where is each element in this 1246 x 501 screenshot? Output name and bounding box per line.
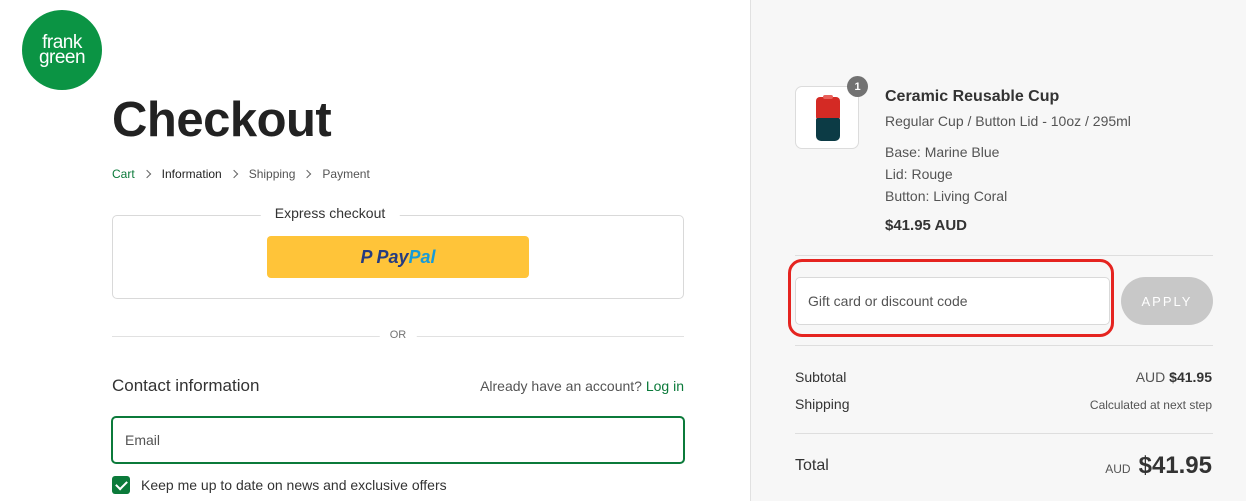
subtotal-currency: AUD: [1135, 369, 1166, 385]
email-field[interactable]: [111, 416, 685, 464]
total-label: Total: [795, 457, 829, 474]
or-label: OR: [379, 329, 417, 341]
page-title: Checkout: [112, 93, 332, 147]
express-checkout-label: Express checkout: [260, 205, 400, 221]
discount-highlight-annotation: [788, 259, 1114, 337]
newsletter-checkbox[interactable]: [112, 476, 130, 494]
account-prompt-text: Already have an account?: [480, 378, 642, 394]
subtotal-label: Subtotal: [795, 369, 847, 385]
paypal-icon: P: [360, 246, 373, 267]
ceramic-cup-image: [816, 95, 840, 141]
divider: [795, 255, 1213, 256]
product-price: $41.95 AUD: [885, 217, 967, 234]
breadcrumb-payment: Payment: [322, 167, 370, 181]
shipping-value: Calculated at next step: [1089, 398, 1212, 412]
chevron-right-icon: [142, 169, 151, 179]
breadcrumb-shipping: Shipping: [248, 167, 296, 181]
frank-green-logo[interactable]: frank green: [22, 10, 102, 90]
subtotal-value: AUD $41.95: [1136, 369, 1212, 385]
apply-discount-button[interactable]: APPLY: [1121, 277, 1213, 325]
product-option: Lid: Rouge: [885, 166, 953, 182]
breadcrumb-cart[interactable]: Cart: [112, 167, 135, 181]
product-name: Ceramic Reusable Cup: [885, 88, 1060, 105]
paypal-pal-text: Pal: [408, 246, 436, 267]
product-variant: Regular Cup / Button Lid - 10oz / 295ml: [885, 113, 1131, 129]
product-thumbnail: [795, 86, 859, 149]
shipping-label: Shipping: [795, 396, 850, 412]
contact-information-title: Contact information: [112, 376, 260, 395]
total-value: AUD $41.95: [1105, 452, 1212, 480]
subtotal-amount: $41.95: [1169, 369, 1212, 385]
chevron-right-icon: [303, 169, 312, 179]
total-currency: AUD: [1105, 462, 1131, 476]
divider: [795, 433, 1213, 434]
order-summary: 1 Ceramic Reusable Cup Regular Cup / But…: [750, 0, 1246, 501]
paypal-pay-text: Pay: [376, 246, 409, 267]
quantity-badge: 1: [847, 76, 868, 97]
total-amount: $41.95: [1138, 452, 1212, 479]
product-option: Base: Marine Blue: [885, 144, 1000, 160]
main-panel: frank green Checkout Cart Information Sh…: [0, 0, 750, 501]
divider: [795, 345, 1213, 346]
breadcrumb: Cart Information Shipping Payment: [112, 167, 370, 181]
product-option: Button: Living Coral: [885, 188, 1008, 204]
breadcrumb-information: Information: [161, 167, 222, 181]
newsletter-label: Keep me up to date on news and exclusive…: [141, 477, 447, 493]
newsletter-option[interactable]: Keep me up to date on news and exclusive…: [112, 476, 447, 494]
chevron-right-icon: [229, 169, 238, 179]
login-link[interactable]: Log in: [646, 378, 684, 394]
logo-line-2: green: [38, 47, 86, 68]
paypal-button[interactable]: P Pay Pal: [267, 236, 529, 278]
account-prompt: Already have an account? Log in: [480, 378, 684, 394]
